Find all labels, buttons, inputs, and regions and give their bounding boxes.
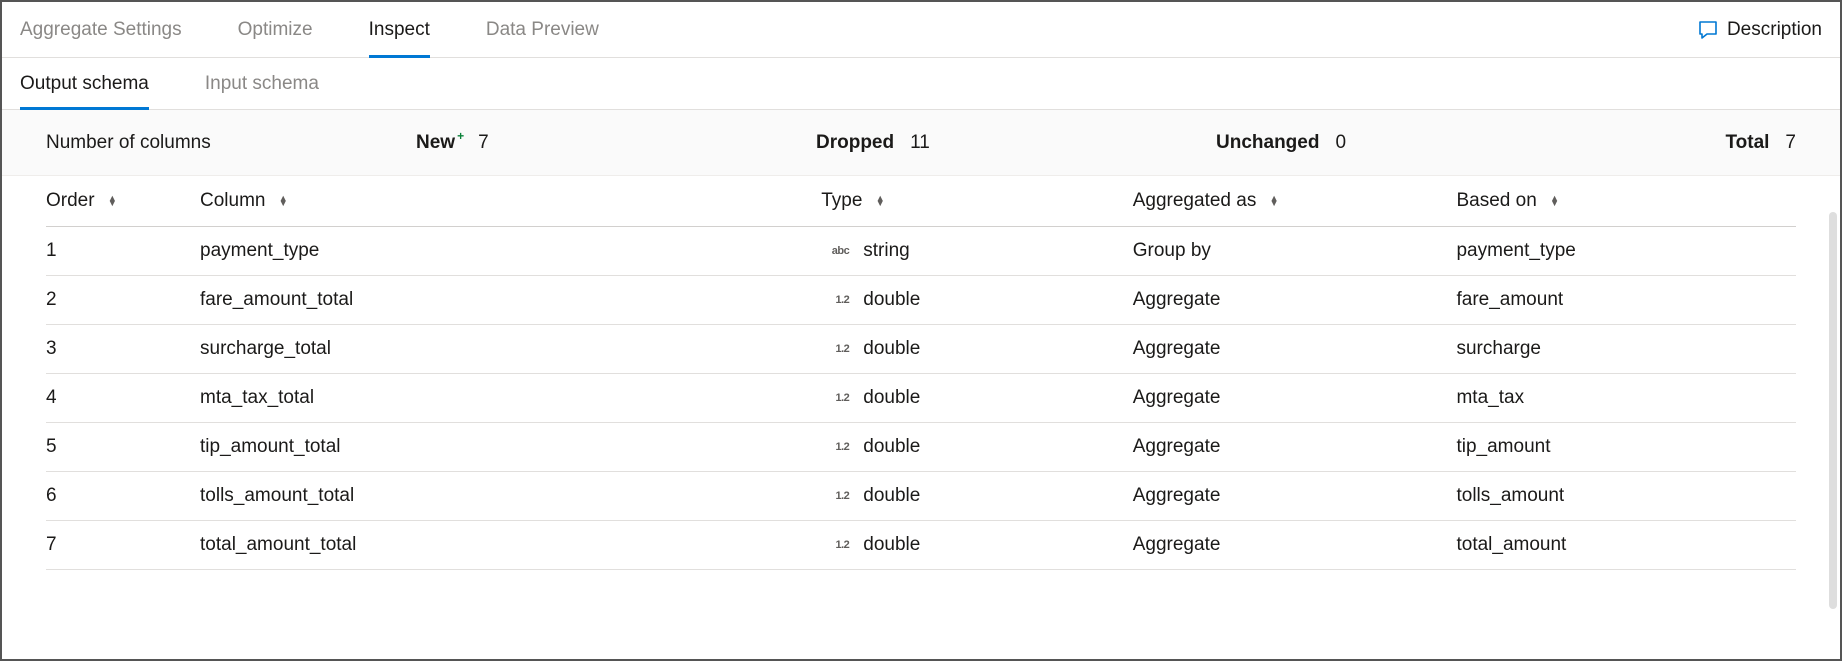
summary-unchanged: Unchanged 0 [1216, 132, 1616, 154]
cell-order: 3 [46, 325, 200, 374]
primary-tabs: Aggregate Settings Optimize Inspect Data… [2, 2, 1840, 58]
cell-column: tip_amount_total [200, 423, 821, 472]
summary-dropped-label: Dropped [816, 132, 894, 154]
cell-based-on: payment_type [1456, 227, 1796, 276]
tab-data-preview[interactable]: Data Preview [486, 2, 599, 57]
scrollbar[interactable] [1829, 212, 1837, 609]
cell-column: payment_type [200, 227, 821, 276]
header-based-on[interactable]: Based on ▲▼ [1456, 176, 1796, 227]
cell-column: fare_amount_total [200, 276, 821, 325]
cell-aggregated-as: Aggregate [1133, 423, 1457, 472]
cell-type: abc string [821, 227, 1132, 276]
tab-input-schema[interactable]: Input schema [205, 58, 319, 109]
type-badge-icon: 1.2 [821, 392, 849, 404]
cell-column: tolls_amount_total [200, 472, 821, 521]
summary-dropped: Dropped 11 [816, 132, 1216, 154]
sort-icon: ▲▼ [108, 196, 117, 206]
table-row[interactable]: 1payment_typeabcstringGroup bypayment_ty… [46, 227, 1796, 276]
cell-aggregated-as: Aggregate [1133, 472, 1457, 521]
tab-output-schema[interactable]: Output schema [20, 58, 149, 109]
summary-total-value: 7 [1785, 132, 1796, 154]
cell-type: 1.2 double [821, 472, 1132, 521]
table-row[interactable]: 3surcharge_total1.2 double Aggregatesurcha… [46, 325, 1796, 374]
schema-table-wrap[interactable]: Order ▲▼ Column ▲▼ Type ▲▼ Aggregated as… [2, 176, 1840, 659]
schema-table-body: 1payment_typeabcstringGroup bypayment_ty… [46, 227, 1796, 570]
cell-type: 1.2 double [821, 325, 1132, 374]
cell-aggregated-as: Aggregate [1133, 521, 1457, 570]
header-column[interactable]: Column ▲▼ [200, 176, 821, 227]
header-order[interactable]: Order ▲▼ [46, 176, 200, 227]
summary-dropped-value: 11 [910, 132, 930, 154]
table-row[interactable]: 5tip_amount_total1.2 double Aggregatetip_a… [46, 423, 1796, 472]
table-row[interactable]: 4mta_tax_total1.2 double Aggregatemta_tax [46, 374, 1796, 423]
cell-type: 1.2 double [821, 521, 1132, 570]
type-text: double [863, 436, 920, 458]
cell-aggregated-as: Aggregate [1133, 276, 1457, 325]
cell-type: 1.2 double [821, 374, 1132, 423]
column-summary: Number of columns New 7 Dropped 11 Uncha… [2, 110, 1840, 176]
type-text: double [863, 387, 920, 409]
type-badge-icon: 1.2 [821, 539, 849, 551]
summary-new-label: New [416, 132, 462, 154]
cell-aggregated-as: Aggregate [1133, 325, 1457, 374]
type-text: double [863, 485, 920, 507]
cell-based-on: tip_amount [1456, 423, 1796, 472]
cell-order: 4 [46, 374, 200, 423]
header-type[interactable]: Type ▲▼ [821, 176, 1132, 227]
cell-aggregated-as: Group by [1133, 227, 1457, 276]
cell-order: 6 [46, 472, 200, 521]
cell-column: surcharge_total [200, 325, 821, 374]
table-row[interactable]: 6tolls_amount_total1.2 double Aggregatetol… [46, 472, 1796, 521]
cell-order: 5 [46, 423, 200, 472]
table-row[interactable]: 7total_amount_total1.2 double Aggregatetot… [46, 521, 1796, 570]
cell-based-on: total_amount [1456, 521, 1796, 570]
type-badge-icon: 1.2 [821, 441, 849, 453]
table-row[interactable]: 2fare_amount_total1.2 double Aggregatefare… [46, 276, 1796, 325]
summary-total-label: Total [1725, 132, 1769, 154]
cell-based-on: surcharge [1456, 325, 1796, 374]
description-label: Description [1727, 19, 1822, 41]
description-button[interactable]: Description [1697, 19, 1822, 41]
type-text: double [863, 289, 920, 311]
header-aggregated-as[interactable]: Aggregated as ▲▼ [1133, 176, 1457, 227]
inspect-panel: Aggregate Settings Optimize Inspect Data… [0, 0, 1842, 661]
secondary-tabs: Output schema Input schema [2, 58, 1840, 110]
summary-new: New 7 [416, 132, 816, 154]
type-badge-icon: 1.2 [821, 294, 849, 306]
schema-table: Order ▲▼ Column ▲▼ Type ▲▼ Aggregated as… [46, 176, 1796, 570]
summary-caption: Number of columns [46, 132, 416, 154]
summary-unchanged-label: Unchanged [1216, 132, 1319, 154]
cell-aggregated-as: Aggregate [1133, 374, 1457, 423]
cell-column: total_amount_total [200, 521, 821, 570]
tab-inspect[interactable]: Inspect [369, 2, 430, 57]
cell-based-on: tolls_amount [1456, 472, 1796, 521]
type-badge-icon: abc [821, 245, 849, 257]
summary-total: Total 7 [1616, 132, 1796, 154]
summary-new-value: 7 [478, 132, 489, 154]
cell-order: 1 [46, 227, 200, 276]
summary-unchanged-value: 0 [1335, 132, 1346, 154]
sort-icon: ▲▼ [1550, 196, 1559, 206]
cell-order: 2 [46, 276, 200, 325]
type-text: string [863, 240, 909, 262]
sort-icon: ▲▼ [876, 196, 885, 206]
cell-based-on: mta_tax [1456, 374, 1796, 423]
sort-icon: ▲▼ [279, 196, 288, 206]
type-text: double [863, 534, 920, 556]
cell-type: 1.2 double [821, 276, 1132, 325]
tab-aggregate-settings[interactable]: Aggregate Settings [20, 2, 182, 57]
type-badge-icon: 1.2 [821, 343, 849, 355]
cell-type: 1.2 double [821, 423, 1132, 472]
type-text: double [863, 338, 920, 360]
sort-icon: ▲▼ [1270, 196, 1279, 206]
cell-column: mta_tax_total [200, 374, 821, 423]
cell-based-on: fare_amount [1456, 276, 1796, 325]
type-badge-icon: 1.2 [821, 490, 849, 502]
comment-icon [1697, 19, 1719, 41]
tab-optimize[interactable]: Optimize [238, 2, 313, 57]
cell-order: 7 [46, 521, 200, 570]
